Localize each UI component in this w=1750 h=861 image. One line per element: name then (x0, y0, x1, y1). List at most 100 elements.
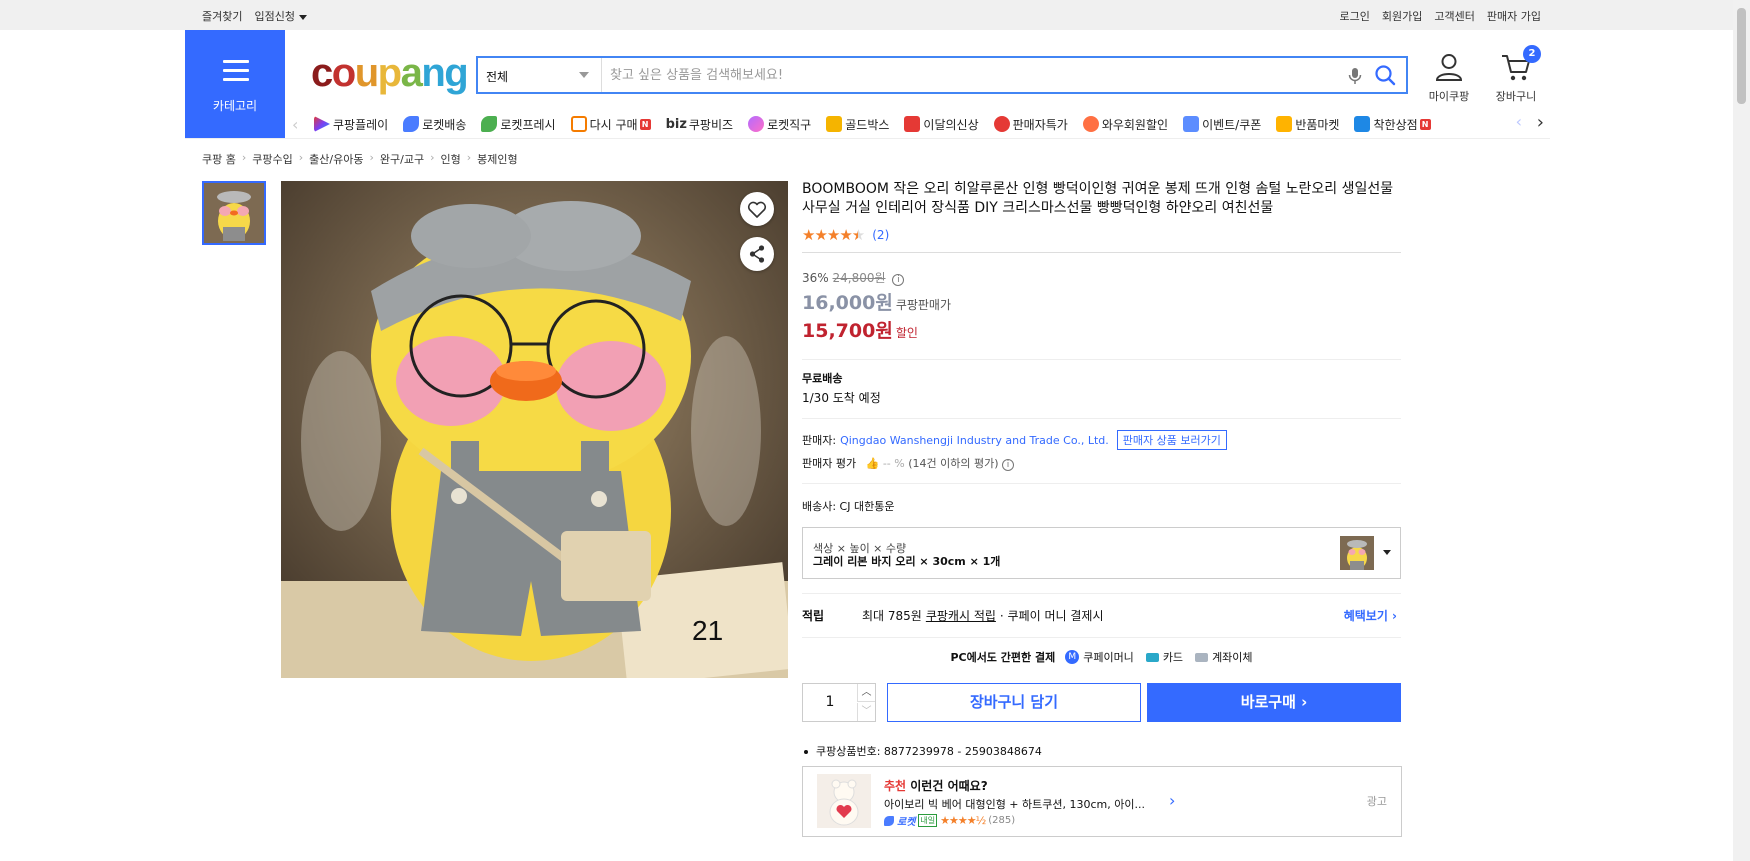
recommend-item-name[interactable]: 아이보리 빅 베어 대형인형 + 하트쿠션, 130cm, 아이... (884, 796, 1145, 812)
seller-name-link[interactable]: Qingdao Wanshengji Industry and Trade Co… (840, 434, 1109, 447)
chevron-left-icon[interactable]: ‹ (292, 115, 308, 134)
wishlist-button[interactable] (740, 192, 774, 226)
breadcrumb-separator-icon: › (466, 151, 472, 164)
coupang-logo[interactable]: coupang (311, 51, 469, 96)
quantity-stepper: 1 ︿ ﹀ (802, 683, 876, 722)
pc-payment-row: PC에서도 간편한 결제 M 쿠페이머니 카드 계좌이체 (802, 649, 1401, 665)
points-row: 적립 최대 785원 쿠팡캐시 적립 · 쿠페이 머니 결제시 혜택보기 › (802, 607, 1401, 624)
coupang-price-label: 쿠팡판매가 (895, 298, 952, 312)
breadcrumb-separator-icon: › (298, 151, 304, 164)
breadcrumb-item[interactable]: 출산/유아동 (309, 151, 363, 167)
quantity-input[interactable]: 1 (803, 684, 857, 721)
benefit-link[interactable]: 혜택보기 › (1344, 607, 1397, 624)
buy-now-button[interactable]: 바로구매 › (1147, 683, 1401, 722)
shortcut-label: 다시 구매 (589, 117, 638, 132)
caret-down-icon (1383, 550, 1391, 555)
search-icon[interactable] (1374, 64, 1396, 86)
review-count-link[interactable]: (2) (872, 228, 889, 242)
category-button[interactable]: 카테고리 (185, 30, 285, 138)
breadcrumb-item[interactable]: 봉제인형 (477, 151, 517, 167)
store-icon (1354, 116, 1371, 132)
seller-rating-row: 판매자 평가 👍 -- % (14건 이하의 평가) i (802, 455, 1401, 471)
my-coupang-button[interactable]: 마이쿠팡 (1423, 52, 1475, 104)
divider (802, 252, 1401, 253)
microphone-icon[interactable] (1346, 66, 1364, 86)
shortcut-label: 골드박스 (845, 117, 890, 132)
share-icon (749, 245, 765, 263)
vertical-scrollbar[interactable] (1733, 0, 1750, 861)
tomorrow-badge: 내일 (918, 814, 938, 827)
scrollbar-thumb[interactable] (1737, 8, 1746, 104)
coupay-icon: M (1065, 650, 1080, 664)
header-divider (185, 138, 1550, 139)
search-category-select[interactable]: 전체 (478, 58, 602, 92)
quantity-increase-icon[interactable]: ︿ (857, 684, 875, 702)
shortcut-new-this-month[interactable]: 이달의신상 (904, 116, 979, 133)
star-rating-icon: ★★★★★ (802, 226, 865, 244)
recommend-title: 추천 이런건 어때요? (884, 777, 988, 794)
teddy-bear-image (817, 774, 871, 828)
shortcut-rocket-delivery[interactable]: 로켓배송 (403, 116, 466, 133)
info-icon[interactable]: i (892, 274, 905, 286)
breadcrumb-item[interactable]: 쿠팡수입 (252, 151, 292, 167)
product-thumbnail[interactable] (202, 181, 266, 245)
shortcut-rebuy[interactable]: 다시 구매 N (570, 116, 651, 133)
recommend-title-rest: 이런건 어때요? (906, 779, 988, 793)
shortcut-label: 와우회원할인 (1101, 117, 1169, 132)
customer-center-link[interactable]: 고객센터 (1434, 8, 1474, 24)
price-block: 36% 24,800원 i 16,000원 쿠팡판매가 15,700원 할인 (802, 269, 1401, 343)
shortcut-label: 착한상점 (1373, 117, 1418, 132)
shortcut-wow-discount[interactable]: 와우회원할인 (1082, 116, 1169, 133)
option-selector[interactable]: 색상 × 높이 × 수량 그레이 리본 바지 오리 × 30cm × 1개 (802, 527, 1401, 579)
seller-signup-link[interactable]: 판매자 가입 (1487, 8, 1541, 24)
shortcut-coupang-play[interactable]: 쿠팡플레이 (314, 116, 388, 133)
share-button[interactable] (740, 237, 774, 271)
seller-row: 판매자: Qingdao Wanshengji Industry and Tra… (802, 430, 1401, 450)
coupang-cash-link[interactable]: 쿠팡캐시 적립 (926, 607, 996, 624)
bookmark-link[interactable]: 즐겨찾기 (202, 8, 242, 24)
chevron-right-icon[interactable]: › (1169, 791, 1175, 810)
seller-products-button[interactable]: 판매자 상품 보러가기 (1116, 430, 1227, 450)
rocket-icon (884, 815, 894, 826)
store-apply-link[interactable]: 입점신청 (254, 8, 307, 24)
product-main-image[interactable] (281, 181, 788, 678)
shortcut-good-store[interactable]: 착한상점 N (1354, 116, 1431, 133)
shipping-title: 무료배송 (802, 372, 843, 385)
breadcrumb-item[interactable]: 완구/교구 (380, 151, 424, 167)
shortcut-goldbox[interactable]: 골드박스 (826, 116, 889, 133)
add-to-cart-button[interactable]: 장바구니 담기 (887, 683, 1141, 722)
quantity-decrease-icon[interactable]: ﹀ (857, 703, 875, 721)
recommend-meta: 로켓 내일 ★★★★½ (285) (884, 813, 1015, 828)
recommendation-card[interactable]: 추천 이런건 어때요? 아이보리 빅 베어 대형인형 + 하트쿠션, 130cm… (802, 766, 1402, 837)
breadcrumb-item[interactable]: 쿠팡 홈 (202, 151, 236, 167)
shortcut-seller-deal[interactable]: 판매자특가 (993, 116, 1068, 133)
breadcrumb-item[interactable]: 인형 (440, 151, 460, 167)
shortcut-events-coupons[interactable]: 이벤트/쿠폰 (1183, 116, 1261, 133)
product-info: BOOMBOOM 작은 오리 히알루론산 인형 빵덕이인형 귀여운 봉제 뜨개 … (802, 180, 1401, 759)
search-input[interactable] (610, 65, 1310, 85)
shortcut-coupang-biz[interactable]: biz 쿠팡비즈 (666, 116, 734, 133)
signup-link[interactable]: 회원가입 (1382, 8, 1422, 24)
points-label: 적립 (802, 609, 825, 623)
cart-button[interactable]: 2 장바구니 (1490, 45, 1542, 104)
discount-row: 36% 24,800원 i (802, 269, 1401, 286)
chevron-right-icon[interactable]: › (1537, 112, 1544, 133)
login-link[interactable]: 로그인 (1340, 8, 1370, 24)
info-icon[interactable]: i (1002, 459, 1014, 471)
pay-method-coupay: 쿠페이머니 (1083, 651, 1134, 664)
thumbs-up-icon: 👍 (865, 457, 880, 470)
top-utility-bar: 즐겨찾기 입점신청 로그인 회원가입 고객센터 판매자 가입 (0, 0, 1733, 30)
shortcut-nav: ‹ 쿠팡플레이 로켓배송 로켓프레시 다시 구매 N biz 쿠팡비즈 로켓직구 골… (292, 112, 1544, 136)
pay-method-card: 카드 (1162, 651, 1184, 664)
select-caret-icon (579, 72, 589, 78)
shortcut-rocket-fresh[interactable]: 로켓프레시 (481, 116, 556, 133)
search-category-value: 전체 (486, 70, 509, 84)
shortcut-rocket-direct[interactable]: 로켓직구 (748, 116, 811, 133)
courier-info: 배송사: CJ 대한통운 (802, 500, 895, 513)
rocket-icon (403, 116, 420, 132)
duck-thumbnail-image (204, 183, 264, 243)
percent-icon (993, 116, 1010, 132)
shortcut-return-market[interactable]: 반품마켓 (1276, 116, 1339, 133)
chevron-left-icon[interactable]: ‹ (1516, 112, 1522, 131)
divider (802, 593, 1401, 594)
